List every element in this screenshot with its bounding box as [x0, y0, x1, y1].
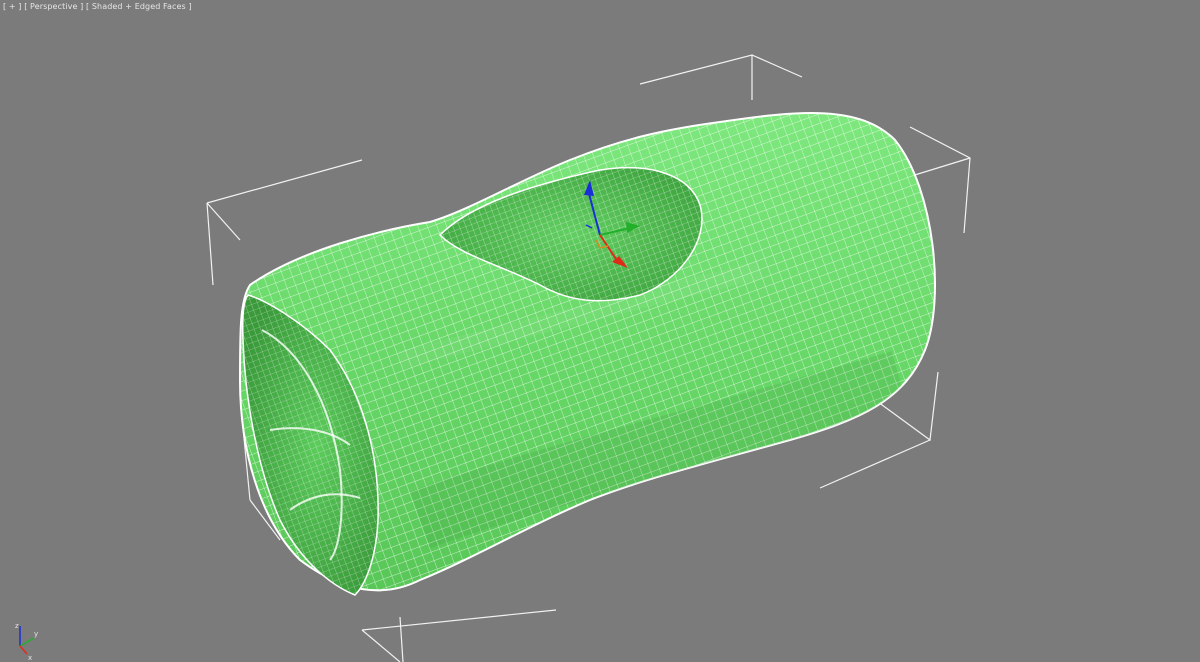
tripod-y-label: y — [34, 630, 38, 638]
tripod-x-axis — [19, 645, 28, 655]
tripod-y-axis — [19, 637, 35, 647]
viewport-label-menu: [ + ] [ Perspective ] [ Shaded + Edged F… — [3, 2, 192, 11]
viewport-plus-menu[interactable]: [ + ] — [3, 2, 22, 11]
tripod-z-label: z — [15, 622, 19, 630]
viewport-shading-menu[interactable]: [ Shaded + Edged Faces ] — [86, 2, 192, 11]
perspective-viewport[interactable]: z y x [ + ] [ Perspective ] [ Shaded + E… — [0, 0, 1200, 662]
axis-tripod: z y x — [15, 622, 38, 662]
scene-canvas[interactable]: z y x — [0, 0, 1200, 662]
tripod-x-label: x — [28, 654, 32, 662]
viewport-view-menu[interactable]: [ Perspective ] — [24, 2, 83, 11]
